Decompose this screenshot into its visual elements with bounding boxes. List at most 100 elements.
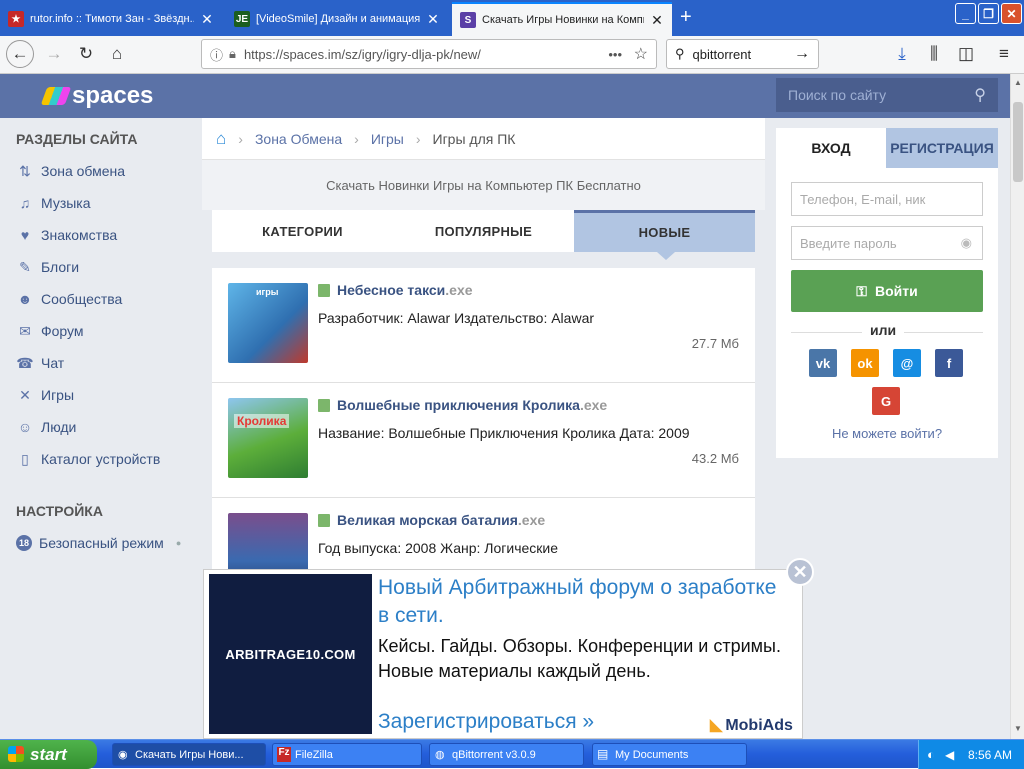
forward-icon[interactable]: → — [40, 40, 68, 68]
ad-banner[interactable]: ARBITRAGE10.COM Новый Арбитражный форум … — [203, 569, 803, 739]
reload-icon[interactable]: ↻ — [72, 40, 100, 68]
close-tab-icon[interactable]: ✕ — [650, 12, 664, 29]
file-extension: .exe — [517, 512, 546, 528]
site-search-placeholder: Поиск по сайту — [788, 87, 887, 103]
pen-icon: ✎ — [19, 258, 31, 275]
library-icon[interactable]: ⫼ — [920, 40, 948, 68]
bookmark-star-icon[interactable]: ☆ — [634, 44, 648, 64]
sidebar-item-games[interactable]: ✕ Игры — [16, 385, 74, 405]
sidebar-item-people[interactable]: ☺ Люди — [16, 417, 77, 437]
file-name[interactable]: Небесное такси .exe — [318, 282, 473, 298]
url-bar[interactable]: ⓘ 🔒︎ https://spaces.im/sz/igry/igry-dlja… — [201, 39, 657, 69]
taskbar-item-my-documents[interactable]: ▤ My Documents — [592, 743, 747, 766]
start-button[interactable]: start — [0, 740, 97, 769]
scrollbar-thumb[interactable] — [1013, 102, 1023, 182]
tab-new[interactable]: НОВЫЕ — [574, 210, 755, 252]
chat-icon: ☎ — [16, 354, 34, 371]
system-tray: ◐ ◀ 8:56 AM — [918, 740, 1024, 769]
sidebar-item-communities[interactable]: ☻ Сообщества — [16, 289, 123, 309]
home-icon[interactable]: ⌂ — [216, 129, 226, 149]
file-icon — [318, 283, 330, 297]
cant-login-link[interactable]: Не можете войти? — [776, 426, 998, 441]
close-tab-icon[interactable]: ✕ — [426, 11, 440, 28]
tab-categories[interactable]: КАТЕГОРИИ — [212, 210, 393, 252]
file-thumbnail[interactable]: Кролика — [228, 398, 308, 478]
mobiads-logo-icon: ◣ — [710, 717, 723, 734]
file-name[interactable]: Великая морская баталия .exe — [318, 512, 545, 528]
vk-icon[interactable]: vk — [809, 349, 837, 377]
taskbar-item-qbittorrent[interactable]: ◍ qBittorrent v3.0.9 — [429, 743, 584, 766]
file-icon — [318, 513, 330, 527]
site-search-input[interactable]: Поиск по сайту ⚲ — [776, 78, 998, 112]
file-name[interactable]: Волшебные приключения Кролика .exe — [318, 397, 607, 413]
file-thumbnail[interactable]: игры — [228, 283, 308, 363]
list-item[interactable]: Кролика Волшебные приключения Кролика .ex… — [212, 383, 755, 498]
login-panel: ВХОД РЕГИСТРАЦИЯ Телефон, E-mail, ник Вв… — [776, 128, 998, 458]
eye-icon[interactable]: ◉ — [961, 235, 972, 251]
scroll-up-icon[interactable]: ▲ — [1014, 78, 1022, 87]
facebook-icon[interactable]: f — [935, 349, 963, 377]
back-icon[interactable]: ← — [6, 40, 34, 68]
go-arrow-icon[interactable]: → — [794, 45, 810, 63]
page-scrollbar[interactable]: ▲ ▼ — [1010, 74, 1024, 739]
google-icon[interactable]: G — [872, 387, 900, 415]
group-icon: ☻ — [17, 291, 33, 307]
network-icon[interactable]: ◐ — [927, 747, 935, 762]
mailru-icon[interactable]: @ — [893, 349, 921, 377]
ad-image[interactable]: ARBITRAGE10.COM — [209, 574, 372, 734]
info-icon[interactable]: ⓘ — [210, 45, 223, 64]
home-icon[interactable]: ⌂ — [103, 40, 131, 68]
browser-tab[interactable]: JE [VideoSmile] Дизайн и анимация ✕ — [226, 2, 448, 36]
close-ad-icon[interactable]: ✕ — [786, 558, 814, 586]
login-button[interactable]: ⚿ Войти — [791, 270, 983, 312]
downloads-icon[interactable]: ⤓ — [888, 40, 916, 68]
scroll-down-icon[interactable]: ▼ — [1014, 724, 1022, 733]
close-window-icon[interactable]: ✕ — [1001, 3, 1022, 24]
ad-brand[interactable]: ◣ MobiAds — [710, 715, 793, 735]
sidebar-item-blogs[interactable]: ✎ Блоги — [16, 257, 79, 277]
breadcrumb-link[interactable]: Игры — [371, 131, 404, 147]
browser-tab[interactable]: ★ rutor.info :: Тимоти Зан - Звёздн... ✕ — [0, 2, 222, 36]
site-logo[interactable]: spaces — [40, 82, 153, 110]
file-extension: .exe — [445, 282, 473, 298]
taskbar-item-label: FileZilla — [295, 748, 333, 761]
odnoklassniki-icon[interactable]: ok — [851, 349, 879, 377]
folder-icon: ▤ — [597, 747, 609, 761]
search-value[interactable]: qbittorrent — [693, 47, 752, 62]
restore-icon[interactable]: ❐ — [978, 3, 999, 24]
minimize-icon[interactable]: _ — [955, 3, 976, 24]
tab-login[interactable]: ВХОД — [776, 128, 886, 168]
url-text[interactable]: https://spaces.im/sz/igry/igry-dlja-pk/n… — [244, 47, 481, 62]
browser-tab-strip: ★ rutor.info :: Тимоти Зан - Звёздн... ✕… — [0, 0, 1024, 36]
login-field[interactable]: Телефон, E-mail, ник — [791, 182, 983, 216]
ad-text: Кейсы. Гайды. Обзоры. Конференции и стри… — [378, 636, 781, 681]
sidebar-item-devices[interactable]: ▯ Каталог устройств — [16, 449, 160, 469]
sidebar-item-forum[interactable]: ✉ Форум — [16, 321, 83, 341]
sidebar-item-chat[interactable]: ☎ Чат — [16, 353, 64, 373]
ad-title[interactable]: Новый Арбитражный форум о заработке в се… — [378, 574, 778, 630]
sidebar-item-music[interactable]: ♫ Музыка — [16, 193, 91, 213]
sidebar-item-dating[interactable]: ♥ Знакомства — [16, 225, 117, 245]
browser-search-field[interactable]: ⚲ qbittorrent → — [666, 39, 819, 69]
close-tab-icon[interactable]: ✕ — [200, 11, 214, 28]
safe-mode-toggle[interactable]: 18 Безопасный режим ● — [16, 533, 181, 553]
taskbar-item-filezilla[interactable]: Fz FileZilla — [272, 743, 422, 766]
taskbar-item-firefox[interactable]: ◉ Скачать Игры Нови... — [112, 743, 266, 766]
menu-icon[interactable]: ≡ — [990, 40, 1018, 68]
clock[interactable]: 8:56 AM — [968, 748, 1012, 762]
or-label: или — [862, 322, 905, 338]
tab-register[interactable]: РЕГИСТРАЦИЯ — [886, 128, 998, 168]
page-actions-icon[interactable]: ••• — [608, 47, 622, 62]
password-field[interactable]: Введите пароль ◉ — [791, 226, 983, 260]
tab-popular[interactable]: ПОПУЛЯРНЫЕ — [393, 210, 574, 252]
search-icon[interactable]: ⚲ — [974, 85, 986, 105]
breadcrumb-link[interactable]: Зона Обмена — [255, 131, 342, 147]
volume-icon[interactable]: ◀ — [945, 748, 954, 762]
sidebar-item-exchange[interactable]: ⇅ Зона обмена — [16, 161, 125, 181]
new-tab-button[interactable]: + — [680, 6, 692, 29]
windows-taskbar: start ◉ Скачать Игры Нови... Fz FileZilla … — [0, 739, 1024, 769]
list-item[interactable]: игры Небесное такси .exe Разработчик: Ala… — [212, 268, 755, 383]
ad-cta-link[interactable]: Зарегистрироваться » — [378, 710, 594, 734]
browser-tab-active[interactable]: S Скачать Игры Новинки на Компь... ✕ — [452, 2, 672, 36]
sidebar-toggle-icon[interactable]: ◫ — [952, 40, 980, 68]
